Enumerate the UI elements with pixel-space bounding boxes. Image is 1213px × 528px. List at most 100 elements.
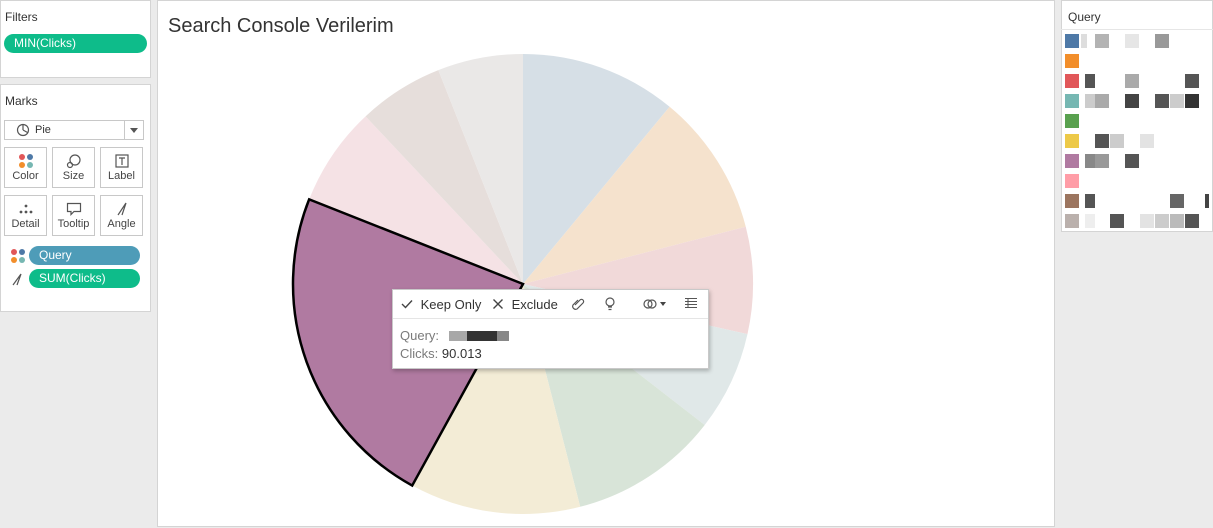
redacted-legend-label — [1170, 194, 1184, 208]
redacted-legend-label — [1095, 34, 1109, 48]
legend-swatch — [1065, 114, 1079, 128]
legend-item[interactable] — [1065, 72, 1213, 90]
redacted-legend-label — [1081, 34, 1087, 48]
redacted-legend-label — [1085, 214, 1095, 228]
redacted-legend-label — [1095, 154, 1109, 168]
redacted-legend-label — [1140, 214, 1154, 228]
redacted-legend-label — [1125, 74, 1139, 88]
legend-item[interactable] — [1065, 212, 1213, 230]
legend-item[interactable] — [1065, 152, 1213, 170]
exclude-button[interactable]: Exclude — [492, 297, 558, 312]
legend-swatch — [1065, 154, 1079, 168]
legend-swatch — [1065, 174, 1079, 188]
legend-title: Query — [1068, 10, 1101, 24]
mark-tooltip: Keep Only Exclude Query: Clicks: 90.013 — [392, 289, 709, 369]
view-data-icon[interactable] — [684, 297, 698, 309]
redacted-legend-label — [1125, 34, 1139, 48]
redacted-legend-label — [1110, 134, 1124, 148]
marks-angle-button[interactable]: Angle — [100, 195, 143, 236]
legend-swatch — [1065, 74, 1079, 88]
redacted-legend-label — [1085, 94, 1095, 108]
redacted-legend-label — [1085, 74, 1095, 88]
marks-tooltip-button[interactable]: Tooltip — [52, 195, 95, 236]
pie-icon — [16, 123, 30, 137]
filters-title: Filters — [5, 10, 38, 24]
legend-item[interactable] — [1065, 112, 1213, 130]
marks-detail-label: Detail — [11, 218, 40, 230]
legend-item[interactable] — [1065, 92, 1213, 110]
redacted-legend-label — [1155, 34, 1169, 48]
redacted-legend-label — [1095, 94, 1109, 108]
redacted-legend-label — [1155, 214, 1169, 228]
angle-icon — [12, 273, 22, 286]
legend-swatch — [1065, 34, 1079, 48]
redacted-legend-label — [1170, 94, 1184, 108]
color-dots-icon — [11, 249, 25, 263]
legend-swatch — [1065, 94, 1079, 108]
worksheet-view: Search Console Verilerim — [157, 0, 1055, 527]
legend-swatch — [1065, 194, 1079, 208]
marks-color-button[interactable]: Color — [4, 147, 47, 188]
keep-only-label: Keep Only — [420, 297, 482, 312]
marks-label-label: Label — [108, 170, 135, 182]
marks-angle-label: Angle — [107, 218, 136, 230]
redacted-legend-label — [1110, 214, 1124, 228]
marks-size-button[interactable]: Size — [52, 147, 95, 188]
marks-color-label: Color — [12, 170, 39, 182]
legend-item[interactable] — [1065, 172, 1213, 190]
redacted-legend-label — [1125, 154, 1139, 168]
lightbulb-icon[interactable] — [604, 297, 616, 311]
marks-size-label: Size — [62, 170, 85, 182]
redacted-legend-label — [1140, 134, 1154, 148]
tooltip-query-label: Query: — [400, 328, 440, 343]
legend-swatch — [1065, 134, 1079, 148]
redacted-legend-label — [1085, 194, 1095, 208]
pie-chart[interactable] — [158, 1, 1056, 528]
legend-swatch — [1065, 54, 1079, 68]
redacted-legend-label — [1085, 154, 1095, 168]
redacted-legend-label — [1205, 194, 1209, 208]
redacted-query-value — [448, 331, 509, 341]
marks-tooltip-label: Tooltip — [57, 218, 90, 230]
size-icon — [53, 148, 94, 170]
exclude-label: Exclude — [511, 297, 558, 312]
tooltip-query-row: Query: — [400, 328, 509, 343]
redacted-legend-label — [1185, 94, 1199, 108]
redacted-legend-label — [1185, 74, 1199, 88]
paperclip-icon[interactable] — [571, 297, 585, 311]
tooltip-icon — [53, 196, 94, 218]
close-icon — [493, 299, 503, 309]
redacted-legend-label — [1095, 134, 1109, 148]
tooltip-toolbar: Keep Only Exclude — [393, 290, 708, 319]
tooltip-clicks-label: Clicks: — [400, 346, 439, 361]
color-dots-icon — [5, 148, 46, 170]
filters-card: Filters MIN(Clicks) — [0, 0, 151, 78]
redacted-legend-label — [1155, 94, 1169, 108]
legend-item[interactable] — [1065, 52, 1213, 70]
redacted-legend-label — [1170, 214, 1184, 228]
legend-divider — [1061, 29, 1213, 30]
keep-only-button[interactable]: Keep Only — [401, 297, 481, 312]
marks-label-button[interactable]: Label — [100, 147, 143, 188]
filter-pill-min-clicks[interactable]: MIN(Clicks) — [4, 34, 147, 53]
label-icon — [101, 148, 142, 170]
detail-dots-icon — [5, 196, 46, 218]
redacted-legend-label — [1125, 94, 1139, 108]
redacted-legend-label — [1185, 214, 1199, 228]
check-icon — [401, 300, 413, 309]
group-members-icon[interactable] — [643, 297, 667, 311]
chevron-down-icon[interactable] — [124, 121, 143, 139]
legend-item[interactable] — [1065, 192, 1213, 210]
legend-item[interactable] — [1065, 32, 1213, 50]
shelf-pill-sum-clicks[interactable]: SUM(Clicks) — [29, 269, 140, 288]
legend-item[interactable] — [1065, 132, 1213, 150]
mark-type-label: Pie — [35, 124, 51, 136]
tooltip-clicks-value: 90.013 — [441, 346, 482, 361]
marks-detail-button[interactable]: Detail — [4, 195, 47, 236]
shelf-pill-query[interactable]: Query — [29, 246, 140, 265]
mark-type-select[interactable]: Pie — [4, 120, 144, 140]
legend-swatch — [1065, 214, 1079, 228]
marks-title: Marks — [5, 94, 38, 108]
tooltip-clicks-row: Clicks: 90.013 — [400, 346, 482, 361]
angle-icon — [101, 196, 142, 218]
